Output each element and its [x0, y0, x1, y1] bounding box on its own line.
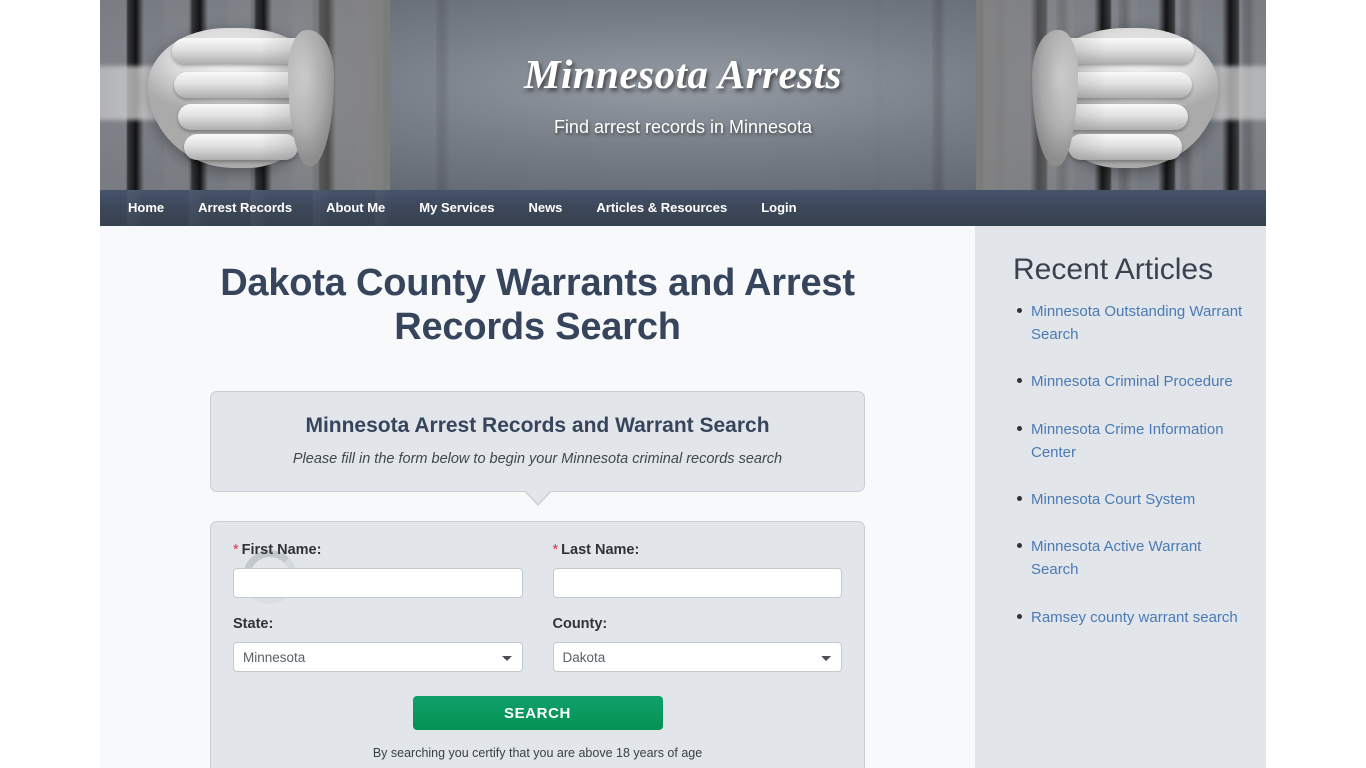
submit-row: SEARCH [233, 696, 842, 731]
main-navigation: Home Arrest Records About Me My Services… [100, 190, 1266, 226]
sidebar-link-outstanding-warrant-search[interactable]: Minnesota Outstanding Warrant Search [1031, 303, 1242, 343]
nav-item-login[interactable]: Login [744, 190, 813, 226]
search-form: * First Name: * Last Name: State: Minnes… [210, 521, 865, 768]
first-name-label: * First Name: [233, 542, 523, 558]
sidebar-link-active-warrant-search[interactable]: Minnesota Active Warrant Search [1031, 538, 1201, 578]
state-label: State: [233, 616, 274, 633]
site-tagline: Find arrest records in Minnesota [553, 117, 813, 137]
list-item: Minnesota Court System [1017, 488, 1250, 511]
last-name-input[interactable] [552, 568, 842, 599]
banner-text-block: Minnesota Arrests Find arrest records in… [100, 0, 1266, 190]
first-name-input[interactable] [233, 568, 523, 599]
age-disclaimer: By searching you certify that you are ab… [372, 746, 703, 761]
list-item: Minnesota Outstanding Warrant Search [1017, 300, 1250, 346]
sidebar: Recent Articles Minnesota Outstanding Wa… [975, 226, 1266, 768]
sidebar-link-criminal-procedure[interactable]: Minnesota Criminal Procedure [1031, 373, 1233, 390]
nav-item-home[interactable]: Home [111, 190, 181, 226]
recent-articles-list: Minnesota Outstanding Warrant Search Min… [1013, 300, 1250, 629]
name-field-row: * First Name: * Last Name: [233, 542, 843, 599]
county-field-group: County: Dakota [552, 616, 842, 673]
required-asterisk: * [552, 542, 559, 559]
sidebar-title: Recent Articles [1013, 253, 1214, 286]
nav-item-articles-resources[interactable]: Articles & Resources [579, 190, 744, 226]
state-select[interactable]: Minnesota [233, 642, 523, 673]
last-name-label-text: Last Name: [561, 542, 640, 559]
last-name-label: * Last Name: [553, 542, 843, 558]
list-item: Minnesota Crime Information Center [1017, 418, 1250, 464]
site-banner: Minnesota Arrests Find arrest records in… [100, 0, 1266, 190]
first-name-field-group: * First Name: [233, 542, 523, 599]
nav-item-about-me[interactable]: About Me [309, 190, 402, 226]
sidebar-link-crime-information-center[interactable]: Minnesota Crime Information Center [1031, 421, 1224, 461]
content-area: Dakota County Warrants and Arrest Record… [100, 226, 1266, 768]
sidebar-link-court-system[interactable]: Minnesota Court System [1031, 491, 1195, 508]
search-callout: Minnesota Arrest Records and Warrant Sea… [210, 391, 865, 507]
county-select[interactable]: Dakota [552, 642, 842, 673]
required-asterisk: * [233, 542, 239, 559]
site-title: Minnesota Arrests [524, 51, 842, 97]
search-button[interactable]: SEARCH [412, 696, 663, 731]
nav-item-news[interactable]: News [511, 190, 579, 226]
site-container: Minnesota Arrests Find arrest records in… [100, 0, 1266, 768]
callout-title: Minnesota Arrest Records and Warrant Sea… [305, 414, 770, 438]
county-label: County: [552, 616, 608, 633]
nav-item-my-services[interactable]: My Services [402, 190, 511, 226]
last-name-field-group: * Last Name: [552, 542, 843, 599]
first-name-label-text: First Name: [241, 542, 322, 559]
page-root: Minnesota Arrests Find arrest records in… [0, 0, 1366, 768]
sidebar-link-ramsey-county-warrant-search[interactable]: Ramsey county warrant search [1031, 609, 1238, 626]
nav-item-arrest-records[interactable]: Arrest Records [181, 190, 309, 226]
callout-arrow-inner [524, 490, 551, 505]
list-item: Ramsey county warrant search [1017, 606, 1250, 629]
location-field-row: State: Minnesota County: Dakota [233, 616, 842, 673]
list-item: Minnesota Active Warrant Search [1017, 535, 1250, 581]
main-content: Dakota County Warrants and Arrest Record… [100, 226, 975, 768]
page-title: Dakota County Warrants and Arrest Record… [220, 262, 855, 349]
callout-subtitle: Please fill in the form below to begin y… [292, 451, 783, 468]
list-item: Minnesota Criminal Procedure [1017, 370, 1250, 393]
state-field-group: State: Minnesota [233, 616, 523, 673]
